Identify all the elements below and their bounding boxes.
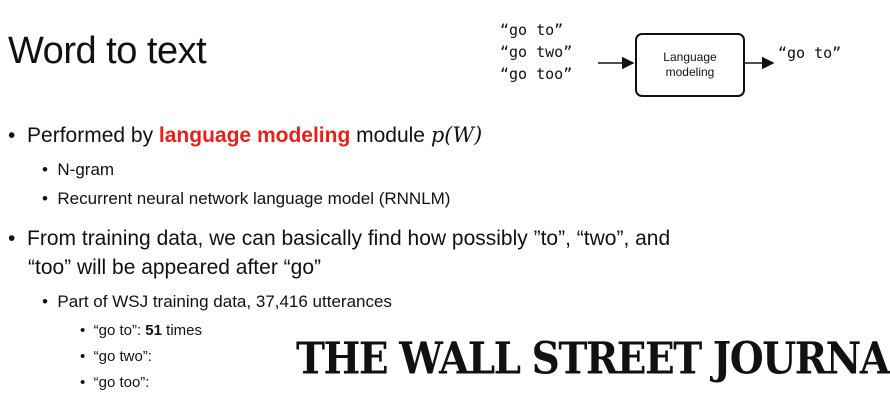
bullet-training-data: • From training data, we can basically f… [8, 227, 671, 250]
formula-pw: p(W) [430, 123, 483, 147]
subbullet-ngram: • N-gram [42, 160, 115, 179]
wsj-logo: THE WALL STREET JOURNAL. [296, 333, 890, 385]
subbullet-rnnlm: • Recurrent neural network language mode… [42, 189, 451, 208]
highlight-language-modeling: language modeling [158, 124, 351, 147]
count-go-too: • “go too”: [80, 374, 150, 391]
box-label-line2: modeling [665, 65, 715, 79]
count-go-to: • “go to”: 51 times [80, 322, 202, 339]
bullet-language-modeling: • Performed by language modeling module … [8, 123, 483, 147]
subbullet-wsj-data: • Part of WSJ training data, 37,416 utte… [42, 292, 392, 311]
language-model-box: Language modeling [635, 33, 745, 97]
output-transcription: “go to” [778, 44, 842, 62]
box-label-line1: Language [663, 50, 717, 64]
count-go-two: • “go two”: [80, 348, 152, 365]
bullet-training-data-line2: “too” will be appeared after “go” [28, 256, 321, 279]
